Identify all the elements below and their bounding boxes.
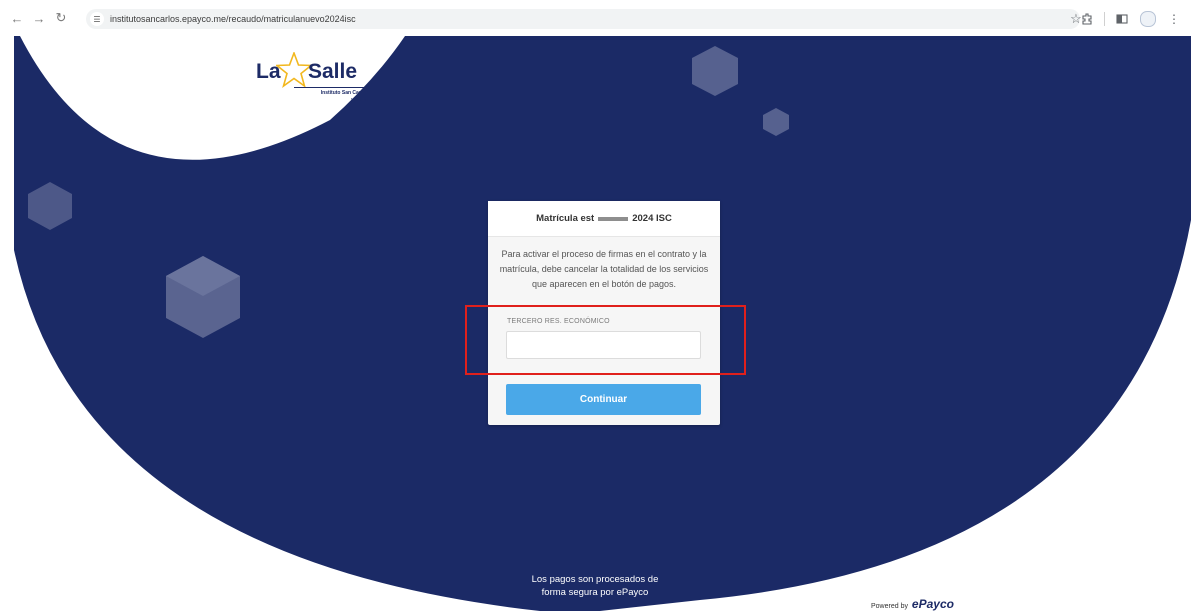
la-salle-logo: La Salle Instituto San Carlos Medellín (254, 52, 368, 124)
continue-button[interactable]: Continuar (506, 384, 701, 415)
extensions-icon[interactable] (1078, 10, 1096, 28)
powered-by-epayco[interactable]: Powered by ePayco (871, 597, 954, 611)
forward-icon[interactable]: → (30, 9, 48, 27)
browser-toolbar: ← → ↻ ☰ institutosancarlos.epayco.me/rec… (0, 0, 1191, 36)
card-description: Para activar el proceso de firmas en el … (499, 249, 709, 289)
side-panel-icon[interactable] (1113, 10, 1131, 28)
redacted-text (598, 216, 629, 221)
decorative-cube-left (28, 182, 72, 230)
decorative-cube-top (692, 46, 738, 96)
url-text[interactable]: institutosancarlos.epayco.me/recaudo/mat… (110, 14, 356, 24)
card-title: Matrícula est 2024 ISC (488, 201, 720, 237)
tercero-economico-input[interactable] (506, 331, 701, 359)
avatar (1140, 11, 1156, 27)
payment-form-card: Matrícula est 2024 ISC Para activar el p… (488, 201, 720, 425)
decorative-cube-small (763, 108, 789, 136)
logo-divider (294, 87, 366, 88)
card-title-start: Matrícula est (536, 213, 595, 224)
star-icon (276, 52, 312, 88)
secure-payment-text: Los pagos son procesados de forma segura… (531, 574, 659, 598)
powered-by-label: Powered by (871, 603, 908, 610)
logo-salle-text: Salle (308, 60, 358, 83)
profile-icon[interactable] (1139, 10, 1157, 28)
logo-subtitle: Instituto San Carlos (320, 90, 368, 96)
toolbar-separator (1104, 12, 1105, 26)
epayco-brand: ePayco (911, 597, 954, 611)
card-title-end: 2024 ISC (632, 213, 672, 224)
reload-icon[interactable]: ↻ (52, 9, 70, 27)
logo-city: Medellín (350, 97, 368, 102)
site-info-icon[interactable]: ☰ (90, 12, 104, 26)
address-bar[interactable]: ☰ institutosancarlos.epayco.me/recaudo/m… (86, 9, 1080, 29)
decorative-cube-large (166, 256, 240, 338)
tercero-field-label: TERCERO RES. ECONÓMICO (507, 318, 610, 325)
back-icon[interactable]: ← (8, 9, 26, 27)
menu-icon[interactable]: ⋮ (1165, 10, 1183, 28)
